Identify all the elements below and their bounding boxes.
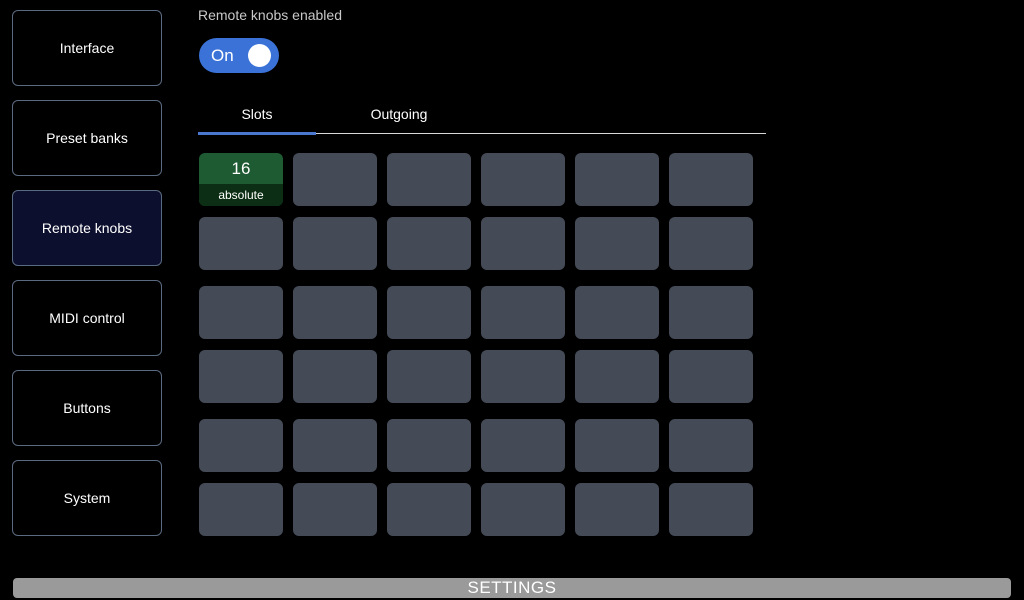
tab-outgoing[interactable]: Outgoing: [328, 94, 470, 134]
slot-33[interactable]: [387, 483, 471, 536]
slot-18[interactable]: [669, 286, 753, 339]
sidebar-item-label: MIDI control: [49, 310, 125, 326]
slot-23[interactable]: [575, 350, 659, 403]
sidebar-item-remote-knobs[interactable]: Remote knobs: [12, 190, 162, 266]
slot-17[interactable]: [575, 286, 659, 339]
slot-25[interactable]: [199, 419, 283, 472]
sidebar-item-label: System: [63, 490, 111, 506]
slot-16[interactable]: [481, 286, 565, 339]
sidebar-item-label: Remote knobs: [41, 220, 133, 236]
slot-1[interactable]: 16 absolute: [199, 153, 283, 206]
toggle-knob: [248, 44, 271, 67]
slot-mode: absolute: [199, 184, 283, 206]
sidebar-item-buttons[interactable]: Buttons: [12, 370, 162, 446]
slot-4[interactable]: [481, 153, 565, 206]
tab-bar: Slots Outgoing: [198, 94, 766, 135]
slot-21[interactable]: [387, 350, 471, 403]
tab-label: Outgoing: [370, 106, 428, 122]
toggle-label: On: [211, 46, 234, 65]
slot-12[interactable]: [669, 217, 753, 270]
sidebar-item-label: Buttons: [63, 400, 111, 416]
settings-bar[interactable]: SETTINGS: [13, 578, 1011, 598]
slot-9[interactable]: [387, 217, 471, 270]
sidebar-item-system[interactable]: System: [12, 460, 162, 536]
slot-35[interactable]: [575, 483, 659, 536]
slot-8[interactable]: [293, 217, 377, 270]
slot-13[interactable]: [199, 286, 283, 339]
sidebar-item-label: Interface: [59, 40, 115, 56]
tab-indicator: [198, 132, 316, 135]
slot-29[interactable]: [575, 419, 659, 472]
sidebar-item-preset-banks[interactable]: Preset banks: [12, 100, 162, 176]
slot-27[interactable]: [387, 419, 471, 472]
slot-24[interactable]: [669, 350, 753, 403]
slot-3[interactable]: [387, 153, 471, 206]
tab-slots[interactable]: Slots: [198, 94, 316, 134]
slot-5[interactable]: [575, 153, 659, 206]
slot-14[interactable]: [293, 286, 377, 339]
slot-36[interactable]: [669, 483, 753, 536]
settings-label: SETTINGS: [467, 578, 557, 597]
slot-32[interactable]: [293, 483, 377, 536]
slot-22[interactable]: [481, 350, 565, 403]
slot-7[interactable]: [199, 217, 283, 270]
slot-20[interactable]: [293, 350, 377, 403]
slot-19[interactable]: [199, 350, 283, 403]
remote-knobs-toggle[interactable]: On: [199, 38, 279, 73]
tab-label: Slots: [241, 106, 273, 122]
slot-value: 16: [231, 159, 251, 178]
section-label: Remote knobs enabled: [198, 7, 342, 23]
slot-15[interactable]: [387, 286, 471, 339]
slot-28[interactable]: [481, 419, 565, 472]
sidebar-item-interface[interactable]: Interface: [12, 10, 162, 86]
sidebar-item-label: Preset banks: [46, 130, 128, 146]
slot-31[interactable]: [199, 483, 283, 536]
settings-screen: Interface Preset banks Remote knobs MIDI…: [0, 0, 1024, 600]
slot-6[interactable]: [669, 153, 753, 206]
slot-2[interactable]: [293, 153, 377, 206]
slot-11[interactable]: [575, 217, 659, 270]
slot-26[interactable]: [293, 419, 377, 472]
slot-10[interactable]: [481, 217, 565, 270]
sidebar-item-midi-control[interactable]: MIDI control: [12, 280, 162, 356]
slot-34[interactable]: [481, 483, 565, 536]
slot-30[interactable]: [669, 419, 753, 472]
